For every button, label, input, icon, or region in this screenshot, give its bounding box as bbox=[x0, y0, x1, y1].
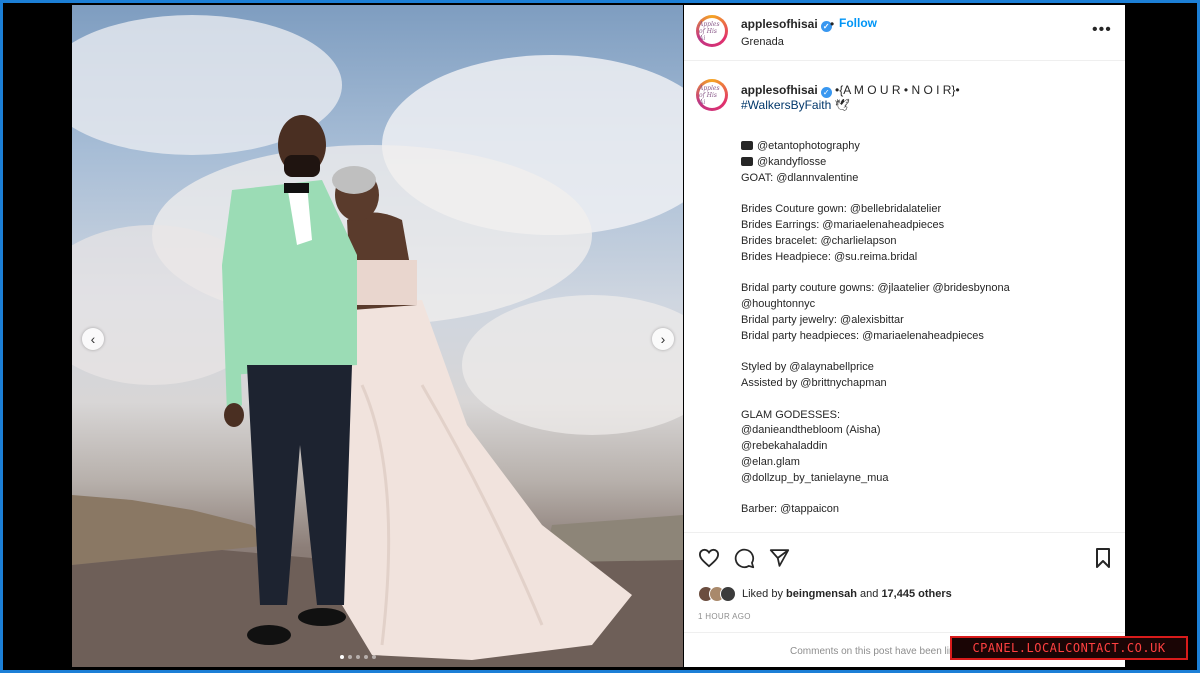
caption-line: Assisted by @brittnychapman bbox=[741, 376, 1111, 392]
action-bar bbox=[698, 548, 790, 569]
right-margin bbox=[1125, 5, 1194, 667]
caption-line: Bridal party jewelry: @alexisbittar bbox=[741, 313, 1111, 329]
avatar bbox=[720, 586, 736, 602]
caption-line: @elan.glam bbox=[741, 455, 1111, 471]
caption-hashtag[interactable]: #WalkersByFaith bbox=[741, 98, 831, 112]
chevron-right-icon[interactable]: › bbox=[652, 328, 674, 350]
bookmark-icon[interactable] bbox=[1095, 548, 1111, 568]
caption-header: applesofhisai ✓ •{A M O U R • N O I R}• #… bbox=[741, 83, 1111, 113]
divider bbox=[684, 532, 1125, 533]
avatar-logo: Apples of His Ai bbox=[699, 82, 725, 108]
caption-line-text[interactable]: Brides Earrings: @mariaelenaheadpieces bbox=[741, 219, 944, 231]
comment-icon[interactable] bbox=[734, 548, 755, 569]
caption-avatar[interactable]: Apples of His Ai bbox=[696, 79, 728, 111]
caption-line: @dollzup_by_tanielayne_mua bbox=[741, 471, 1111, 487]
caption-line: Brides Couture gown: @bellebridalatelier bbox=[741, 202, 1111, 218]
caption-line-text[interactable]: GLAM GODESSES: bbox=[741, 409, 840, 421]
follow-button[interactable]: Follow bbox=[839, 16, 877, 30]
carousel-dot bbox=[348, 655, 352, 659]
liker-avatars bbox=[698, 586, 736, 602]
avatar-logo: Apples of His Ai bbox=[699, 18, 725, 44]
share-icon[interactable] bbox=[769, 548, 790, 569]
caption-title: •{A M O U R • N O I R}• bbox=[835, 83, 960, 97]
caption-line: GLAM GODESSES: bbox=[741, 408, 1111, 424]
post-location[interactable]: Grenada bbox=[741, 36, 784, 48]
caption-line-text[interactable]: Barber: @tappaicon bbox=[741, 503, 839, 515]
caption-line: Barber: @tappaicon bbox=[741, 502, 1111, 518]
likes-count[interactable]: 17,445 others bbox=[881, 588, 951, 600]
post-header: Apples of His Ai applesofhisai ✓ • Follow… bbox=[684, 5, 1125, 61]
caption-line-text[interactable]: Brides Headpiece: @su.reima.bridal bbox=[741, 251, 917, 263]
caption-line: Brides Headpiece: @su.reima.bridal bbox=[741, 250, 1111, 266]
caption-line: @danieandthebloom (Aisha) bbox=[741, 423, 1111, 439]
carousel-dot bbox=[356, 655, 360, 659]
carousel-dots bbox=[340, 655, 376, 659]
caption-line: @rebekahaladdin bbox=[741, 439, 1111, 455]
liked-by-prefix: Liked by bbox=[742, 588, 783, 600]
divider bbox=[684, 632, 1125, 633]
caption-line: Brides bracelet: @charlielapson bbox=[741, 234, 1111, 250]
caption-line: @houghtonnyc bbox=[741, 297, 1111, 313]
caption-line-text[interactable]: @dollzup_by_tanielayne_mua bbox=[741, 472, 889, 484]
caption-line-text[interactable]: Bridal party headpieces: @mariaelenahead… bbox=[741, 330, 984, 342]
dove-emoji: 🕊 bbox=[834, 98, 850, 112]
avatar[interactable]: Apples of His Ai bbox=[696, 15, 728, 47]
caption-line: Bridal party couture gowns: @jlaatelier … bbox=[741, 281, 1111, 297]
caption-line-text[interactable]: @danieandthebloom (Aisha) bbox=[741, 424, 881, 436]
carousel-dot bbox=[340, 655, 344, 659]
caption-line-text[interactable]: Assisted by @brittnychapman bbox=[741, 377, 887, 389]
caption-line: Styled by @alaynabellprice bbox=[741, 360, 1111, 376]
caption-line-text[interactable]: @houghtonnyc bbox=[741, 298, 815, 310]
comments-limited-notice: Comments on this post have been limited. bbox=[790, 646, 977, 657]
camera-icon bbox=[741, 156, 753, 166]
verified-badge-icon: ✓ bbox=[820, 87, 832, 98]
caption-username[interactable]: applesofhisai bbox=[741, 83, 818, 97]
username-text[interactable]: applesofhisai bbox=[741, 17, 818, 31]
caption-line-text[interactable]: Brides Couture gown: @bellebridalatelier bbox=[741, 203, 941, 215]
caption-line-text[interactable]: Bridal party couture gowns: @jlaatelier … bbox=[741, 282, 1010, 294]
caption-line: @kandyflosse bbox=[741, 155, 1111, 171]
caption-body: @etantophotography @kandyflosse GOAT: @dla… bbox=[741, 139, 1111, 518]
caption-line: GOAT: @dlannvalentine bbox=[741, 171, 1111, 187]
caption-line-text[interactable]: GOAT: @dlannvalentine bbox=[741, 172, 858, 184]
caption-line-text[interactable]: @etantophotography bbox=[757, 140, 860, 152]
carousel-dot bbox=[364, 655, 368, 659]
camera-icon bbox=[741, 141, 753, 150]
post-photo[interactable] bbox=[72, 5, 683, 667]
separator-dot: • bbox=[830, 17, 835, 31]
post-side-panel: Apples of His Ai applesofhisai ✓ • Follow… bbox=[684, 5, 1125, 667]
caption-line-text[interactable]: @kandyflosse bbox=[757, 156, 826, 168]
watermark: CPANEL.LOCALCONTACT.CO.UK bbox=[950, 636, 1188, 660]
caption-line: Brides Earrings: @mariaelenaheadpieces bbox=[741, 218, 1111, 234]
caption-line-text[interactable]: Styled by @alaynabellprice bbox=[741, 361, 874, 373]
caption-line-text[interactable]: Bridal party jewelry: @alexisbittar bbox=[741, 314, 904, 326]
liked-and: and bbox=[860, 588, 879, 600]
liked-by-user[interactable]: beingmensah bbox=[786, 588, 857, 600]
carousel-dot bbox=[372, 655, 376, 659]
likes-summary: Liked by beingmensah and 17,445 others bbox=[698, 586, 952, 602]
caption-line-text[interactable]: @rebekahaladdin bbox=[741, 440, 827, 452]
more-icon[interactable]: ••• bbox=[1092, 21, 1112, 39]
caption-line: Bridal party headpieces: @mariaelenahead… bbox=[741, 329, 1111, 345]
post-caption: Apples of His Ai applesofhisai ✓ •{A M O … bbox=[684, 61, 1125, 531]
post-username[interactable]: applesofhisai ✓ bbox=[741, 17, 832, 32]
caption-line: @etantophotography bbox=[741, 139, 1111, 155]
heart-icon[interactable] bbox=[698, 548, 720, 569]
post-timestamp[interactable]: 1 HOUR AGO bbox=[698, 612, 751, 621]
caption-line-text[interactable]: Brides bracelet: @charlielapson bbox=[741, 235, 896, 247]
caption-line-text[interactable]: @elan.glam bbox=[741, 456, 800, 468]
wedding-photo-illustration bbox=[72, 15, 683, 667]
chevron-left-icon[interactable]: ‹ bbox=[82, 328, 104, 350]
